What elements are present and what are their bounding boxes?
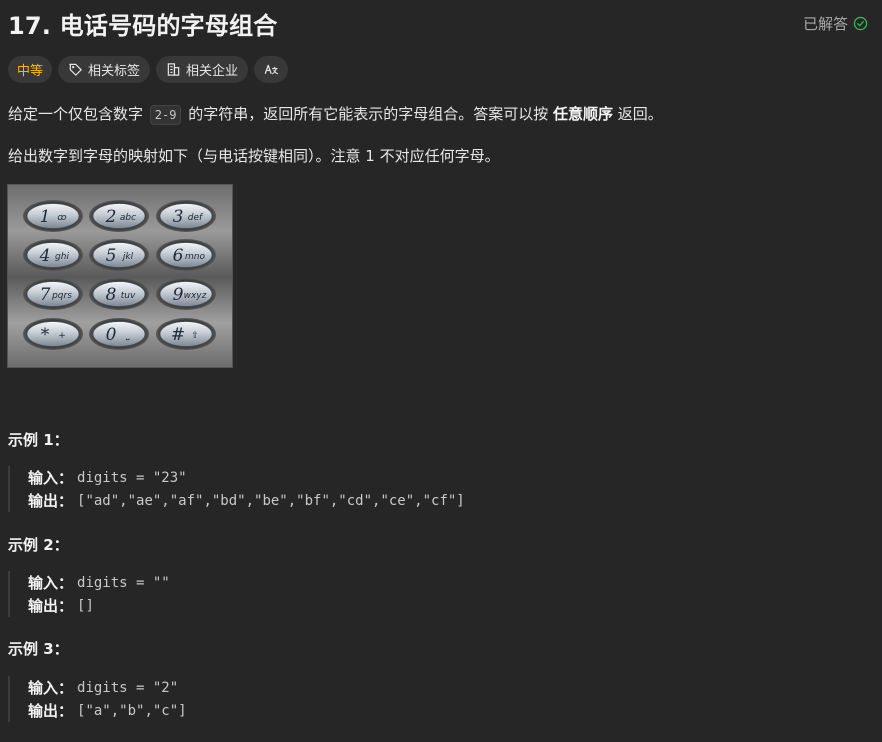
key-letters: ꝏ <box>57 213 66 223</box>
key-digit: 4 <box>39 246 51 266</box>
output-value: [] <box>77 597 94 614</box>
key-letters: def <box>188 213 204 223</box>
key-letters: ⇧ <box>191 331 199 341</box>
building-icon <box>167 63 180 76</box>
key-digit: 1 <box>40 207 51 227</box>
key-letters: ⎵ <box>125 331 130 341</box>
related-tags-button[interactable]: 相关标签 <box>58 56 151 83</box>
phone-keypad-image: 1 ꝏ 2 abc 3 def 4 ghi 5 jkl 6 mno 7 pqrs 8 tuv 9 wxyz * +0 ⎵… <box>7 184 233 368</box>
key-digit: 0 <box>106 325 117 345</box>
example-1-block: 输入： digits = "23" 输出： ["ad","ae","af","bd"… <box>8 466 465 512</box>
related-companies-button[interactable]: 相关企业 <box>156 56 249 83</box>
example-2-title: 示例 2： <box>8 536 69 554</box>
output-label: 输出： <box>28 492 74 510</box>
input-value: digits = "23" <box>77 469 187 486</box>
example-2-block: 输入： digits = "" 输出：[] <box>8 571 170 617</box>
check-circle-icon <box>853 16 868 30</box>
key-letters: abc <box>120 213 136 223</box>
key-digit: 7 <box>40 285 51 305</box>
example-1-input: 输入： digits = "23" <box>28 466 465 489</box>
tag-bar: 中等 相关标签 相关企业 <box>8 56 289 83</box>
output-label: 输出： <box>28 597 74 615</box>
translate-button[interactable] <box>254 56 289 83</box>
key-digit: 3 <box>173 207 184 227</box>
key-digit: * <box>41 325 50 345</box>
example-1-title: 示例 1： <box>8 431 69 449</box>
keypad-key-6: 6 mno <box>156 239 216 271</box>
input-value: digits = "" <box>77 574 170 591</box>
example-2-output: 输出：[] <box>28 594 170 617</box>
difficulty-badge: 中等 <box>8 56 53 83</box>
key-letters: pqrs <box>51 291 72 301</box>
key-letters: wxyz <box>184 291 207 301</box>
desc-text: 返回。 <box>613 105 663 123</box>
keypad-key-#: # ⇧ <box>156 318 216 350</box>
translate-icon <box>264 64 278 75</box>
description-line-2: 给出数字到字母的映射如下（与电话按键相同）。注意 1 不对应任何字母。 <box>8 147 500 165</box>
keypad-key-5: 5 jkl <box>89 239 149 271</box>
example-3-block: 输入： digits = "2" 输出： ["a","b","c"] <box>8 676 187 722</box>
key-digit: 8 <box>106 285 117 305</box>
keypad-key-7: 7 pqrs <box>23 278 83 310</box>
input-label: 输入： <box>28 469 74 487</box>
key-digit: 5 <box>106 246 117 266</box>
key-letters: jkl <box>121 252 134 262</box>
input-value: digits = "2" <box>77 679 179 696</box>
tag-icon <box>69 63 82 76</box>
problem-page: 17. 电话号码的字母组合 已解答 中等 相关标签 相关企业 给定一个仅包含数字… <box>0 0 882 742</box>
example-2-input: 输入： digits = "" <box>28 571 170 594</box>
desc-text: 给定一个仅包含数字 <box>8 105 148 123</box>
related-tags-label: 相关标签 <box>88 64 141 79</box>
key-letters: + <box>58 331 66 341</box>
key-digit: # <box>171 325 185 345</box>
related-companies-label: 相关企业 <box>186 64 239 79</box>
key-digit: 2 <box>105 207 117 227</box>
key-digit: 9 <box>173 285 184 305</box>
keypad-key-1: 1ꝏ <box>23 200 83 232</box>
input-label: 输入： <box>28 574 74 592</box>
example-3-output: 输出： ["a","b","c"] <box>28 699 187 722</box>
keypad-key-4: 4 ghi <box>23 239 83 271</box>
keypad-key-0: 0 ⎵ <box>89 318 149 350</box>
output-label: 输出： <box>28 702 74 720</box>
any-order-bold: 任意顺序 <box>553 105 614 123</box>
keypad-key-*: * + <box>23 318 83 350</box>
digit-range-code: 2-9 <box>149 105 182 125</box>
key-letters: mno <box>185 252 205 262</box>
problem-title[interactable]: 17. 电话号码的字母组合 <box>8 6 277 41</box>
key-letters: tuv <box>121 291 136 301</box>
output-value: ["ad","ae","af","bd","be","bf","cd","ce"… <box>77 492 465 509</box>
key-digit: 6 <box>173 246 184 266</box>
desc-text: 的字符串，返回所有它能表示的字母组合。答案可以按 <box>183 105 554 123</box>
example-3-input: 输入： digits = "2" <box>28 676 187 699</box>
description-line-1: 给定一个仅包含数字 2-9 的字符串，返回所有它能表示的字母组合。答案可以按 任… <box>8 103 663 125</box>
input-label: 输入： <box>28 679 74 697</box>
title-row: 17. 电话号码的字母组合 已解答 <box>8 6 868 40</box>
keypad-key-2: 2 abc <box>89 200 149 232</box>
example-3-title: 示例 3： <box>8 640 69 658</box>
keypad-key-9: 9 wxyz <box>156 278 216 310</box>
example-1-output: 输出： ["ad","ae","af","bd","be","bf","cd","… <box>28 489 465 512</box>
key-letters: ghi <box>55 252 69 262</box>
solved-status: 已解答 <box>803 13 868 34</box>
keypad-key-8: 8 tuv <box>89 278 149 310</box>
output-value: ["a","b","c"] <box>77 702 187 719</box>
keypad-key-3: 3 def <box>156 200 216 232</box>
solved-label: 已解答 <box>802 14 848 33</box>
